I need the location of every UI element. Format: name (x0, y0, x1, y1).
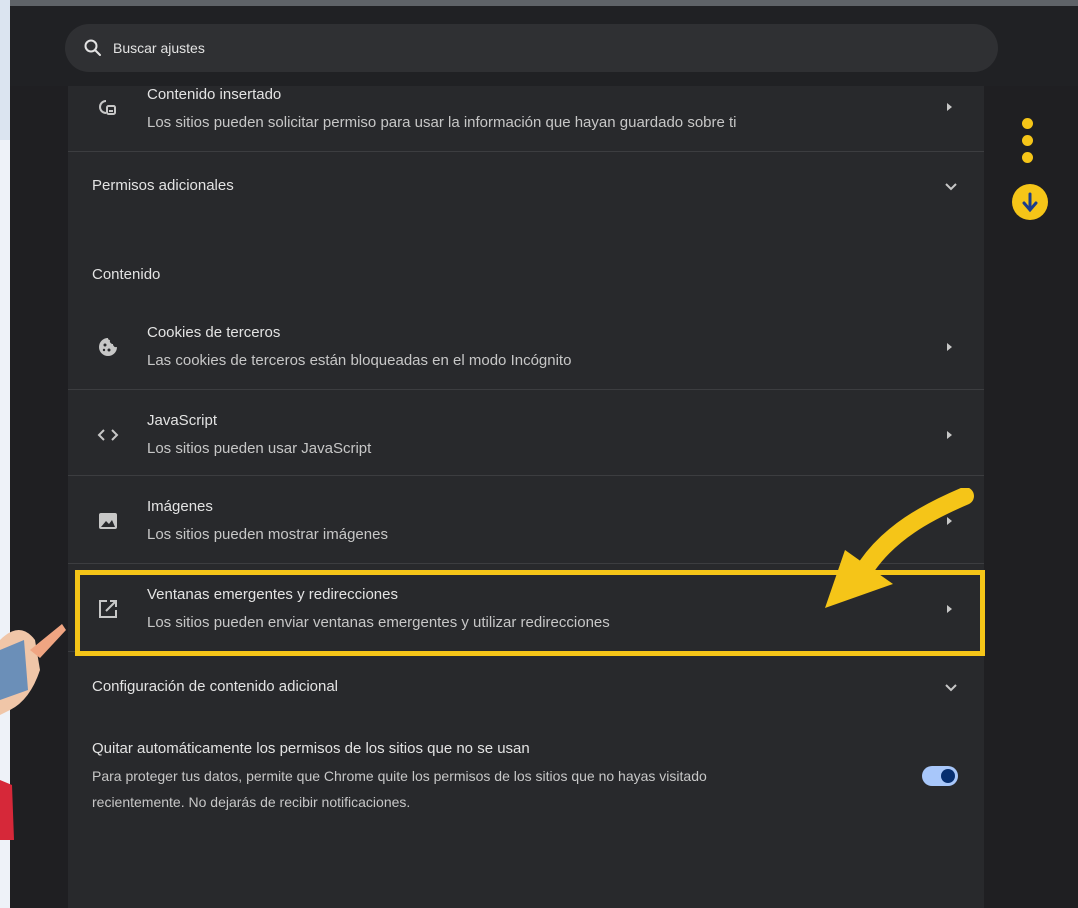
pointing-hand-icon (0, 624, 66, 840)
scroll-down-icon (1012, 184, 1048, 220)
search-icon (83, 38, 103, 58)
setting-row-javascript[interactable]: JavaScript Los sitios pueden usar JavaSc… (68, 390, 984, 476)
setting-description-line2: recientemente. No dejarás de recibir not… (92, 794, 411, 810)
search-bar[interactable] (65, 24, 998, 72)
setting-title: Contenido insertado (147, 86, 282, 103)
toggle-knob (941, 769, 955, 783)
image-icon (96, 509, 120, 533)
more-options-icon (1022, 118, 1036, 169)
setting-title: Ventanas emergentes y redirecciones (147, 586, 398, 603)
annotation-arrow-icon (825, 488, 974, 608)
open-in-new-icon (96, 597, 120, 621)
setting-row-additional-content[interactable]: Configuración de contenido adicional (68, 652, 984, 722)
setting-title: Cookies de terceros (147, 324, 281, 341)
setting-title: Quitar automáticamente los permisos de l… (92, 740, 530, 757)
cookie-icon (96, 335, 120, 359)
chevron-down-icon (945, 684, 957, 692)
arrow-right-icon (947, 343, 952, 351)
setting-subtitle: Los sitios pueden solicitar permiso para… (147, 114, 737, 131)
window-edge (10, 0, 1078, 6)
setting-title: JavaScript (147, 412, 218, 429)
code-icon (96, 423, 120, 447)
chevron-down-icon (945, 183, 957, 191)
setting-description-line1: Para proteger tus datos, permite que Chr… (92, 768, 707, 784)
section-title: Configuración de contenido adicional (92, 678, 339, 695)
section-title: Permisos adicionales (92, 177, 234, 194)
setting-row-additional-permissions[interactable]: Permisos adicionales (68, 152, 984, 220)
setting-row-auto-remove-permissions: Quitar automáticamente los permisos de l… (68, 736, 984, 826)
setting-subtitle: Los sitios pueden mostrar imágenes (147, 526, 388, 543)
arrow-right-icon (947, 103, 952, 111)
setting-row-embedded-content[interactable]: Contenido insertado Los sitios pueden so… (68, 86, 984, 152)
top-bar (10, 0, 1078, 86)
arrow-right-icon (947, 431, 952, 439)
auto-remove-toggle[interactable] (922, 766, 958, 786)
setting-row-cookies[interactable]: Cookies de terceros Las cookies de terce… (68, 302, 984, 390)
setting-subtitle: Las cookies de terceros están bloqueadas… (147, 352, 572, 369)
embedded-content-icon (96, 96, 120, 120)
search-input[interactable] (111, 39, 915, 57)
setting-subtitle: Los sitios pueden usar JavaScript (147, 440, 372, 457)
setting-subtitle: Los sitios pueden enviar ventanas emerge… (147, 614, 610, 631)
section-heading-content: Contenido (92, 266, 161, 283)
setting-title: Imágenes (147, 498, 213, 515)
